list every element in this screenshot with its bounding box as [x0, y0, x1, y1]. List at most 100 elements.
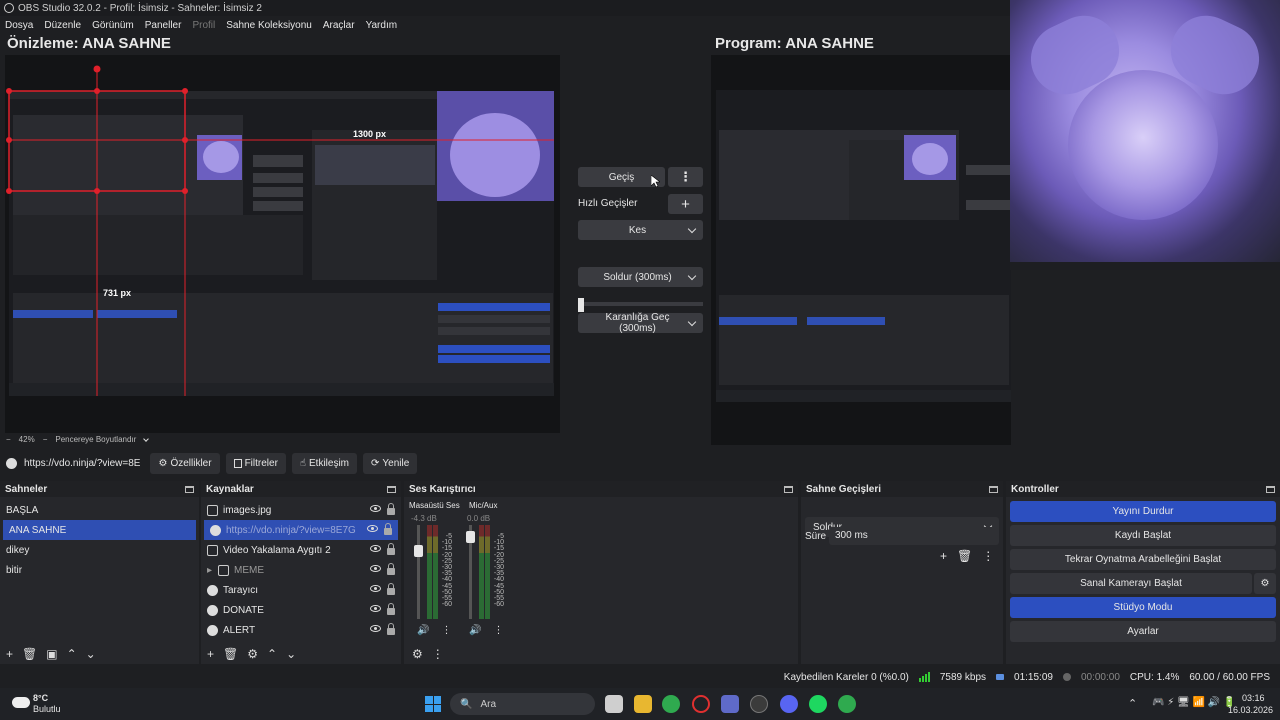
volume-slider-handle[interactable]: [466, 531, 475, 543]
menu-yardim[interactable]: Yardım: [366, 20, 398, 31]
source-item[interactable]: Tarayıcı: [201, 580, 401, 600]
scene-item[interactable]: dikey: [0, 540, 199, 560]
app-icon[interactable]: [721, 695, 739, 713]
quick-transition-fade[interactable]: Soldur (300ms): [578, 267, 703, 287]
menu-sahne-koleksiyonu[interactable]: Sahne Koleksiyonu: [226, 20, 312, 31]
file-explorer-icon[interactable]: [634, 695, 652, 713]
quick-transition-fade-to-black[interactable]: Karanlığa Geç (300ms): [578, 312, 703, 334]
preview-canvas[interactable]: 1300 px 731 px: [5, 55, 560, 433]
undock-icon[interactable]: [1266, 485, 1275, 493]
undock-icon[interactable]: [387, 485, 396, 493]
add-source-button[interactable]: +: [207, 647, 214, 661]
t-bar-track[interactable]: [578, 302, 703, 306]
mute-speaker-icon[interactable]: 🔊: [417, 625, 429, 636]
lock-icon[interactable]: [387, 503, 395, 515]
menu-gorunum[interactable]: Görünüm: [92, 20, 134, 31]
tray-icons[interactable]: 🎮 ⚡ 🖥 📶 🔊 🔋: [1152, 697, 1235, 708]
lock-icon[interactable]: [387, 583, 395, 595]
chrome-icon[interactable]: [662, 695, 680, 713]
clock-time[interactable]: 03:16: [1242, 693, 1265, 703]
move-down-icon[interactable]: ⌄: [86, 647, 96, 661]
opera-icon[interactable]: [692, 695, 710, 713]
zoom-out-button[interactable]: −: [6, 435, 11, 444]
add-transition-button[interactable]: +: [940, 549, 947, 563]
lock-icon[interactable]: [387, 603, 395, 615]
mute-speaker-icon[interactable]: 🔊: [469, 625, 481, 636]
start-replay-buffer-button[interactable]: Tekrar Oynatma Arabelleğini Başlat: [1010, 549, 1276, 570]
settings-button[interactable]: Ayarlar: [1010, 621, 1276, 642]
menu-araclar[interactable]: Araçlar: [323, 20, 355, 31]
source-properties-icon[interactable]: ⚙: [247, 647, 258, 661]
visibility-eye-icon[interactable]: [370, 625, 381, 632]
lock-icon[interactable]: [387, 543, 395, 555]
undock-icon[interactable]: [185, 485, 194, 493]
visibility-eye-icon[interactable]: [370, 585, 381, 592]
studio-mode-button[interactable]: Stüdyo Modu: [1010, 597, 1276, 618]
source-item[interactable]: images.jpg: [201, 500, 401, 520]
task-view-icon[interactable]: [605, 695, 623, 713]
start-virtual-camera-button[interactable]: Sanal Kamerayı Başlat: [1010, 573, 1252, 594]
fit-chevron-icon[interactable]: [143, 435, 150, 442]
virtual-camera-settings-gear-icon[interactable]: ⚙: [1254, 573, 1276, 594]
move-down-icon[interactable]: ⌄: [286, 647, 296, 661]
move-up-icon[interactable]: ⌃: [267, 647, 277, 661]
source-item[interactable]: Video Yakalama Aygıtı 2: [201, 540, 401, 560]
lock-icon[interactable]: [387, 563, 395, 575]
windows-start-icon[interactable]: [425, 696, 441, 712]
spotify-icon[interactable]: [809, 695, 827, 713]
remove-source-icon[interactable]: 🗑: [223, 647, 238, 661]
undock-icon[interactable]: [784, 485, 793, 493]
stop-streaming-button[interactable]: Yayını Durdur: [1010, 501, 1276, 522]
visibility-eye-icon[interactable]: [367, 525, 378, 532]
source-item-selected[interactable]: https://vdo.ninja/?view=8E7GrB4: [204, 520, 398, 540]
transition-menu-button[interactable]: ⋮: [668, 167, 703, 187]
lock-icon[interactable]: [384, 523, 392, 535]
discord-icon[interactable]: [780, 695, 798, 713]
undock-icon[interactable]: [989, 485, 998, 493]
visibility-eye-icon[interactable]: [370, 605, 381, 612]
clock-date[interactable]: 16.03.2026: [1228, 705, 1273, 715]
menu-duzenle[interactable]: Düzenle: [44, 20, 81, 31]
menu-dosya[interactable]: Dosya: [5, 20, 33, 31]
scene-filters-icon[interactable]: ▣: [46, 647, 57, 661]
mixer-menu-icon[interactable]: ⋮: [432, 647, 444, 661]
properties-button[interactable]: ⚙ Özellikler: [150, 452, 220, 474]
filters-button[interactable]: Filtreler: [225, 452, 286, 474]
menu-profil[interactable]: Profil: [192, 20, 215, 31]
refresh-button[interactable]: ⟳ Yenile: [363, 452, 418, 474]
t-bar-handle[interactable]: [578, 298, 584, 312]
taskbar-search[interactable]: 🔍 Ara: [450, 693, 595, 715]
volume-slider-track[interactable]: [417, 525, 420, 619]
visibility-eye-icon[interactable]: [370, 565, 381, 572]
channel-menu-icon[interactable]: ⋮: [441, 625, 451, 636]
menu-paneller[interactable]: Paneller: [145, 20, 182, 31]
remove-transition-icon[interactable]: 🗑: [957, 549, 972, 563]
duration-spinbox[interactable]: 300 ms: [829, 527, 999, 545]
channel-menu-icon[interactable]: ⋮: [493, 625, 503, 636]
lock-icon[interactable]: [387, 623, 395, 635]
scene-item[interactable]: BAŞLA: [0, 500, 199, 520]
scene-item[interactable]: bitir: [0, 560, 199, 580]
advanced-audio-icon[interactable]: ⚙: [412, 647, 423, 661]
volume-slider-handle[interactable]: [414, 545, 423, 557]
quick-transition-cut[interactable]: Kes: [578, 220, 703, 240]
tray-chevron-icon[interactable]: ⌃: [1128, 697, 1137, 710]
weather-temp[interactable]: 8°C: [33, 693, 48, 703]
start-recording-button[interactable]: Kaydı Başlat: [1010, 525, 1276, 546]
remove-scene-icon[interactable]: 🗑: [22, 647, 37, 661]
interact-button[interactable]: ☝ Etkileşim: [291, 452, 358, 474]
add-quick-transition-button[interactable]: +: [668, 194, 703, 214]
zoom-in-button[interactable]: −: [43, 435, 48, 444]
source-group[interactable]: ▸ MEME: [201, 560, 401, 580]
weather-desc[interactable]: Bulutlu: [33, 704, 61, 714]
visibility-eye-icon[interactable]: [370, 505, 381, 512]
fit-to-window-label[interactable]: Pencereye Boyutlandır: [55, 435, 136, 444]
expand-arrow-icon[interactable]: ▸: [207, 565, 212, 576]
move-up-icon[interactable]: ⌃: [67, 647, 77, 661]
add-scene-button[interactable]: +: [6, 647, 13, 661]
scene-item-selected[interactable]: ANA SAHNE: [3, 520, 196, 540]
transition-properties-icon[interactable]: ⋮: [982, 549, 994, 563]
visibility-eye-icon[interactable]: [370, 545, 381, 552]
source-item[interactable]: ALERT: [201, 620, 401, 640]
source-item[interactable]: DONATE: [201, 600, 401, 620]
